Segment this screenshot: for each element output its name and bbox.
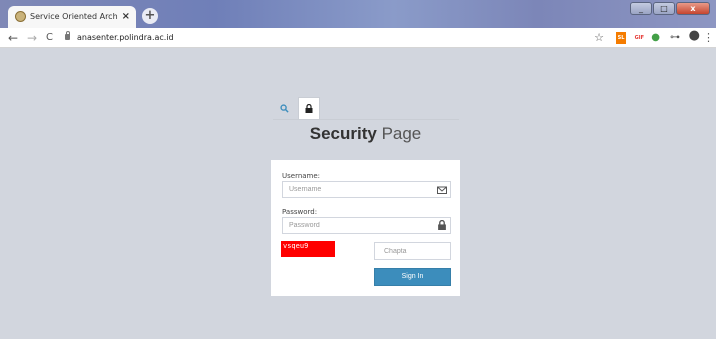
back-button[interactable]: ← [8, 30, 18, 46]
extension-gif-icon[interactable]: GIF [635, 32, 644, 44]
captcha-input[interactable] [374, 242, 451, 260]
login-tabs [273, 97, 459, 120]
browser-tab[interactable]: Service Oriented Architecture (S × [8, 6, 136, 28]
lock-icon [305, 104, 313, 113]
reload-button[interactable]: C [46, 30, 53, 46]
forward-button[interactable]: → [27, 30, 37, 46]
password-label: Password: [282, 208, 318, 216]
page-title-bold: Security [309, 124, 377, 143]
lock-icon [65, 31, 70, 40]
minimize-button[interactable]: _ [630, 2, 652, 15]
page-title-light: Page [381, 124, 422, 143]
menu-icon[interactable]: ⋮ [703, 32, 714, 44]
extension-green-icon[interactable]: ● [651, 32, 660, 44]
window-controls: _ □ x [630, 2, 710, 16]
star-icon[interactable]: ☆ [594, 32, 604, 44]
browser-titlebar: Service Oriented Architecture (S × + _ □… [0, 0, 716, 28]
envelope-icon [437, 186, 447, 194]
sign-in-button[interactable]: Sign In [374, 268, 451, 286]
tab-security[interactable] [298, 97, 320, 119]
profile-avatar[interactable]: ● [689, 29, 700, 42]
key-icon[interactable]: ⊶ [670, 32, 680, 44]
site-favicon-icon [15, 11, 26, 22]
tab-search[interactable] [273, 97, 295, 119]
maximize-button[interactable]: □ [653, 2, 675, 15]
address-bar[interactable]: anasenter.polindra.ac.id [77, 30, 174, 46]
close-window-button[interactable]: x [676, 2, 710, 15]
tab-close-icon[interactable]: × [122, 10, 130, 24]
login-card: Username: Password: vsqeu9 Sign In [271, 160, 460, 296]
username-label: Username: [282, 172, 321, 180]
tab-title: Service Oriented Architecture (S [30, 12, 118, 21]
password-input[interactable] [282, 217, 451, 234]
extension-sl-icon[interactable]: SL [616, 32, 626, 44]
new-tab-button[interactable]: + [142, 8, 158, 24]
search-icon [279, 103, 289, 113]
browser-toolbar: ← → C anasenter.polindra.ac.id ☆ SL GIF … [0, 28, 716, 48]
captcha-image: vsqeu9 [281, 241, 335, 257]
lock-icon [438, 220, 446, 230]
page-title: Security Page [271, 122, 460, 146]
username-input[interactable] [282, 181, 451, 198]
